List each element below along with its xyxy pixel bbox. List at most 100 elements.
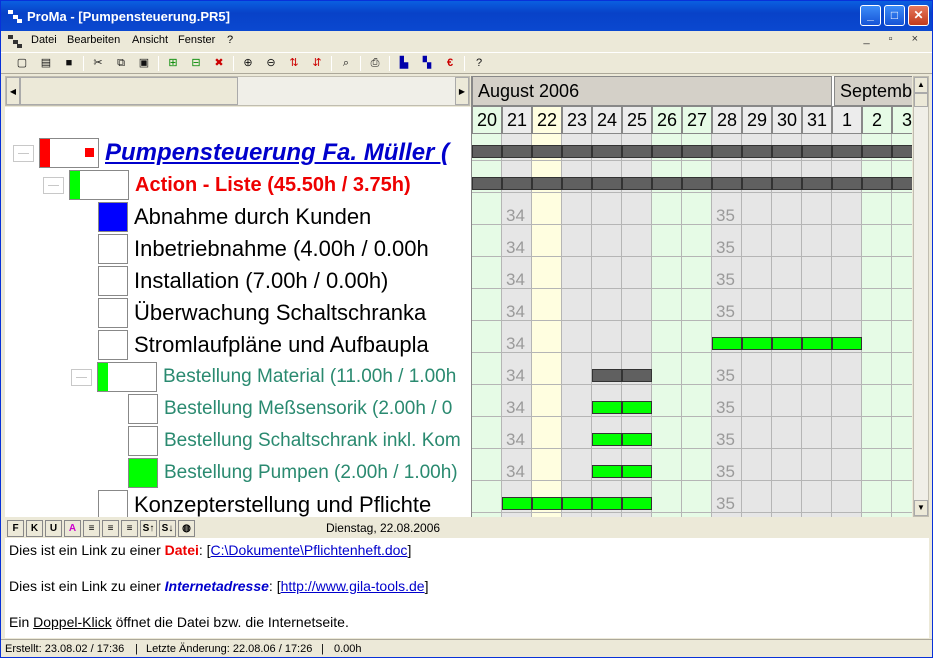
day-label[interactable]: 20 [472, 106, 502, 134]
print-icon[interactable]: ⎙ [366, 55, 384, 72]
collapse-toggle-icon[interactable] [71, 369, 92, 386]
align-right-button[interactable]: ≡ [121, 520, 138, 537]
gantt-bar-segment[interactable] [502, 177, 532, 190]
collapse-toggle-icon[interactable] [43, 177, 64, 194]
gantt-bar-segment[interactable] [562, 497, 592, 510]
menu-bearbeiten[interactable]: Bearbeiten [67, 34, 120, 46]
underline-button[interactable]: U [45, 520, 62, 537]
sort-down-icon[interactable]: ⇵ [308, 55, 326, 72]
align-left-button[interactable]: ≡ [83, 520, 100, 537]
gantt-bar-segment[interactable] [622, 465, 652, 478]
export2-icon[interactable]: ▚ [418, 55, 436, 72]
gantt-bar-segment[interactable] [622, 497, 652, 510]
paste-icon[interactable]: ▣ [135, 55, 153, 72]
gantt-bar-segment[interactable] [532, 177, 562, 190]
gantt-bar-segment[interactable] [682, 177, 712, 190]
gantt-bar-segment[interactable] [742, 337, 772, 350]
tree-row[interactable]: Konzepterstellung und Pflichte [5, 488, 471, 517]
close-button[interactable]: ✕ [908, 5, 929, 26]
day-label[interactable]: 1 [832, 106, 862, 134]
tree-row[interactable]: Stromlaufpläne und Aufbaupla [5, 328, 471, 360]
gantt-bar-segment[interactable] [592, 497, 622, 510]
scroll-thumb[interactable] [914, 93, 928, 107]
url-link[interactable]: http://www.gila-tools.de [281, 578, 425, 594]
tree-row[interactable]: Bestellung Material (11.00h / 1.00h [5, 360, 471, 392]
gantt-bar-segment[interactable] [772, 177, 802, 190]
day-label[interactable]: 26 [652, 106, 682, 134]
tree-row[interactable]: Inbetriebnahme (4.00h / 0.00h [5, 232, 471, 264]
title-bar[interactable]: ProMa - [Pumpensteuerung.PR5] _ □ ✕ [1, 1, 932, 31]
save-icon[interactable]: ■ [60, 55, 78, 72]
gantt-bar-segment[interactable] [622, 401, 652, 414]
gantt-bar-segment[interactable] [472, 177, 502, 190]
gantt-bar-segment[interactable] [832, 177, 862, 190]
tree-row[interactable]: Abnahme durch Kunden [5, 200, 471, 232]
collapse-toggle-icon[interactable] [13, 145, 34, 162]
gantt-bar-segment[interactable] [562, 145, 592, 158]
insert-sub-icon[interactable]: ⊟ [187, 55, 205, 72]
gantt-bar-segment[interactable] [802, 177, 832, 190]
gantt-bar-segment[interactable] [772, 145, 802, 158]
gantt-bar-segment[interactable] [832, 145, 862, 158]
gantt-bar-segment[interactable] [892, 177, 912, 190]
help-icon[interactable]: ? [470, 55, 488, 72]
gantt-bar-segment[interactable] [862, 177, 892, 190]
gantt-bar-segment[interactable] [892, 145, 912, 158]
day-label[interactable]: 3 [892, 106, 912, 134]
file-link[interactable]: C:\Dokumente\Pflichtenheft.doc [211, 542, 408, 558]
menu-ansicht[interactable]: Ansicht [132, 34, 168, 46]
gantt-bar-segment[interactable] [562, 177, 592, 190]
gantt-bar-segment[interactable] [532, 145, 562, 158]
delete-icon[interactable]: ✖ [210, 55, 228, 72]
day-label[interactable]: 21 [502, 106, 532, 134]
search-icon[interactable]: ⌕ [337, 55, 355, 72]
minimize-button[interactable]: _ [860, 5, 881, 26]
bold-button[interactable]: F [7, 520, 24, 537]
gantt-bar-segment[interactable] [622, 145, 652, 158]
menu-help[interactable]: ? [227, 34, 233, 46]
gantt-bar-segment[interactable] [712, 337, 742, 350]
gantt-bar-segment[interactable] [472, 145, 502, 158]
tree-row[interactable]: Bestellung Pumpen (2.00h / 1.00h) [5, 456, 471, 488]
euro-icon[interactable]: € [441, 55, 459, 72]
gantt-bar-segment[interactable] [592, 369, 622, 382]
gantt-bar-segment[interactable] [802, 337, 832, 350]
tree-row[interactable]: Bestellung Schaltschrank inkl. Kom [5, 424, 471, 456]
sort-desc-button[interactable]: S↓ [159, 520, 176, 537]
day-label[interactable]: 30 [772, 106, 802, 134]
day-label[interactable]: 28 [712, 106, 742, 134]
menu-datei[interactable]: Datei [31, 34, 57, 46]
gantt-bar-segment[interactable] [802, 145, 832, 158]
mdi-controls[interactable]: _ ▫ × [863, 33, 926, 45]
gantt-bar-segment[interactable] [592, 433, 622, 446]
gantt-bar-segment[interactable] [502, 497, 532, 510]
gantt-bar-segment[interactable] [712, 145, 742, 158]
gantt-bar-segment[interactable] [652, 145, 682, 158]
gantt-bar-segment[interactable] [832, 337, 862, 350]
sort-up-icon[interactable]: ⇅ [285, 55, 303, 72]
gantt-bar-segment[interactable] [592, 145, 622, 158]
gantt-bar-segment[interactable] [772, 337, 802, 350]
maximize-button[interactable]: □ [884, 5, 905, 26]
gantt-bar-segment[interactable] [742, 177, 772, 190]
menu-fenster[interactable]: Fenster [178, 34, 215, 46]
tree-row[interactable]: Installation (7.00h / 0.00h) [5, 264, 471, 296]
gantt-bar-segment[interactable] [742, 145, 772, 158]
gantt-bar-segment[interactable] [622, 177, 652, 190]
insert-row-icon[interactable]: ⊞ [164, 55, 182, 72]
gantt-bar-segment[interactable] [592, 465, 622, 478]
gantt-bar-segment[interactable] [592, 177, 622, 190]
notes-editor[interactable]: Dies ist ein Link zu einer Datei: [C:\Do… [5, 538, 929, 638]
tree-horizontal-scrollbar[interactable]: ◀ ▶ [5, 76, 470, 106]
italic-button[interactable]: K [26, 520, 43, 537]
gantt-chart[interactable]: August 2006 Septemb 20 21 22 23 24 25 26 27 28 29 3… [471, 76, 912, 517]
day-label[interactable]: 24 [592, 106, 622, 134]
day-label[interactable]: 22 [532, 106, 562, 134]
gantt-bar-segment[interactable] [712, 177, 742, 190]
gantt-bar-segment[interactable] [622, 369, 652, 382]
tree-row[interactable]: Überwachung Schaltschranka [5, 296, 471, 328]
doc-icon[interactable] [7, 33, 23, 49]
tree-row[interactable]: Bestellung Meßsensorik (2.00h / 0 [5, 392, 471, 424]
copy-icon[interactable]: ⧉ [112, 55, 130, 72]
gantt-bar-segment[interactable] [532, 497, 562, 510]
